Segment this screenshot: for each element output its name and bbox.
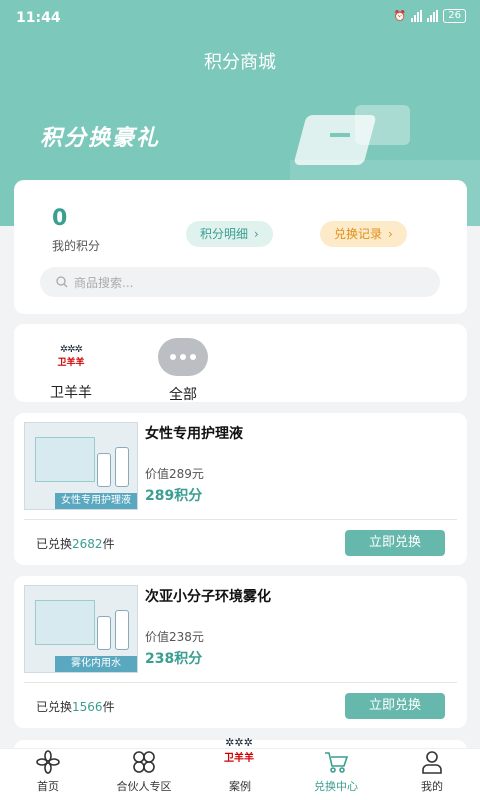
points-value: 0 (52, 206, 68, 231)
product-card[interactable]: 女性专用护理液 女性专用护理液 价值289元 289积分 已兑换2682件 立即… (14, 413, 467, 565)
tab-label: 合伙人专区 (116, 780, 172, 793)
user-icon (422, 751, 442, 774)
signal-icon-2 (427, 10, 439, 22)
tab-label: 我的 (421, 780, 443, 793)
product-image: 雾化内用水 (24, 585, 138, 673)
category-card: ✲✲✲ 卫羊羊 卫羊羊 全部 (14, 324, 467, 404)
cart-icon (325, 752, 349, 773)
tab-label: 案例 (229, 780, 251, 793)
category-label: 卫羊羊 (50, 385, 92, 401)
search-placeholder: 商品搜索... (74, 275, 134, 290)
redeem-button[interactable]: 立即兑换 (345, 693, 445, 719)
exchange-record-button[interactable]: 兑换记录 › (320, 221, 407, 247)
category-brand[interactable]: ✲✲✲ 卫羊羊 卫羊羊 (36, 338, 106, 402)
product-image: 女性专用护理液 (24, 422, 138, 510)
product-card[interactable]: 雾化内用水 次亚小分子环境雾化 价值238元 238积分 已兑换1566件 立即… (14, 576, 467, 728)
chevron-right-icon: › (254, 227, 259, 241)
chevron-right-icon: › (388, 227, 393, 241)
points-label: 我的积分 (52, 239, 101, 253)
home-flower-icon (36, 750, 60, 774)
category-label: 全部 (169, 387, 197, 403)
search-icon (56, 276, 68, 288)
points-card: 0 我的积分 积分明细 › 兑换记录 › 商品搜索... (14, 180, 467, 314)
battery-icon: 26 (443, 9, 466, 23)
search-input[interactable]: 商品搜索... (40, 267, 440, 297)
signal-icon (411, 10, 423, 22)
category-all[interactable]: 全部 (148, 338, 218, 404)
status-bar: 11:44 ⏰ 26 (0, 0, 480, 36)
product-price: 价值289元 (145, 467, 204, 481)
tab-mine[interactable]: 我的 (384, 749, 480, 800)
points-detail-label: 积分明细 (200, 227, 249, 241)
redeem-button[interactable]: 立即兑换 (345, 530, 445, 556)
alarm-icon: ⏰ (393, 10, 407, 22)
more-dots-icon (158, 338, 208, 376)
product-name: 次亚小分子环境雾化 (145, 589, 271, 605)
product-points: 238积分 (145, 651, 203, 667)
tab-home[interactable]: 首页 (0, 749, 96, 800)
tab-partner[interactable]: 合伙人专区 (96, 749, 192, 800)
redeemed-count: 已兑换1566件 (36, 700, 115, 714)
divider (24, 519, 457, 520)
floating-brand-logo[interactable]: ✲✲✲ 卫羊羊 (200, 736, 278, 766)
banner-slogan: 积分换豪礼 (40, 126, 161, 151)
brand-logo-icon: ✲✲✲ 卫羊羊 (57, 344, 85, 368)
tab-label: 首页 (37, 780, 59, 793)
grid-clover-icon (133, 751, 155, 773)
product-points: 289积分 (145, 488, 203, 504)
page-title: 积分商城 (204, 52, 276, 73)
status-time: 11:44 (16, 10, 61, 26)
tab-label: 兑换中心 (314, 780, 358, 793)
redeemed-count: 已兑换2682件 (36, 537, 115, 551)
gift-box-icon (293, 105, 420, 175)
product-price: 价值238元 (145, 630, 204, 644)
product-name: 女性专用护理液 (145, 426, 243, 442)
divider (24, 682, 457, 683)
exchange-record-label: 兑换记录 (334, 227, 383, 241)
points-detail-button[interactable]: 积分明细 › (186, 221, 273, 247)
tab-exchange-center[interactable]: 兑换中心 (288, 749, 384, 800)
